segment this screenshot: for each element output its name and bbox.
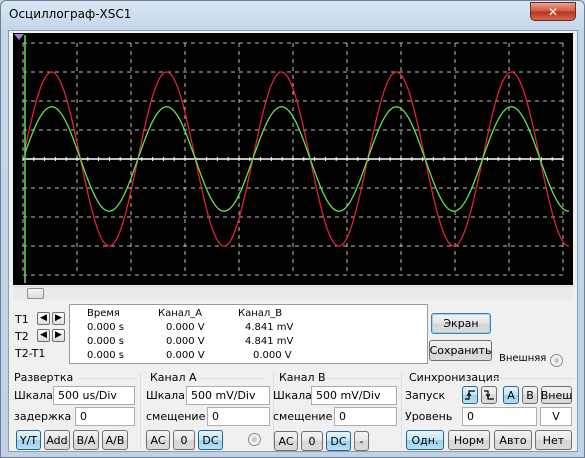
channel-a-dc-button[interactable]: DC — [198, 430, 223, 450]
scrollbar-thumb[interactable] — [27, 288, 44, 299]
trigger-title: Синхронизация — [409, 371, 500, 384]
measurement-readout: Время Канал_A Канал_B 0.000 s 0.000 V 4.… — [69, 304, 428, 364]
title-bar[interactable]: Осциллограф-XSC1 ✕ — [1, 1, 584, 29]
oscilloscope-screen[interactable] — [13, 33, 573, 285]
channel-b-scale-label: Шкала — [273, 389, 312, 402]
mode-ba-button[interactable]: B/A — [73, 430, 99, 450]
readout-header-channel-b: Канал_B — [238, 308, 283, 319]
channel-a-offset-field[interactable]: 0 — [207, 407, 270, 426]
trigger-level-label: Уровень — [405, 410, 453, 423]
horizontal-scrollbar[interactable] — [13, 286, 573, 300]
mode-ab-button[interactable]: A/B — [102, 430, 128, 450]
window-title: Осциллограф-XSC1 — [9, 7, 132, 21]
rising-edge-button[interactable] — [462, 386, 478, 404]
readout-t1-time: 0.000 s — [87, 322, 125, 333]
falling-edge-icon — [484, 390, 494, 400]
external-label: Внешняя — [499, 353, 547, 364]
trigger-divider — [494, 378, 574, 379]
channel-b-ac-button[interactable]: AC — [274, 431, 298, 451]
trigger-source-a-button[interactable]: A — [503, 386, 519, 404]
group-separator — [140, 373, 141, 448]
readout-t2t1-channel-a: 0.000 V — [166, 350, 205, 361]
trigger-level-field[interactable]: 0 — [462, 407, 537, 426]
trigger-level-unit[interactable]: V — [540, 407, 572, 426]
readout-t2t1-time: 0.000 s — [87, 350, 125, 361]
channel-a-radio[interactable] — [248, 433, 261, 446]
trigger-edge-label: Запуск — [405, 389, 446, 402]
channel-b-divider — [327, 378, 399, 379]
channel-b-dc-button[interactable]: DC — [326, 431, 351, 451]
t1-left-button[interactable]: ◀ — [37, 312, 50, 325]
save-button[interactable]: Сохранить — [429, 340, 492, 361]
group-separator — [401, 373, 402, 448]
cursor-t2t1-label: T2-T1 — [15, 347, 46, 360]
delay-x-label: задержка X — [14, 410, 83, 423]
trigger-normal-button[interactable]: Норм — [448, 430, 490, 450]
arrow-right-icon: ▶ — [55, 313, 62, 323]
readout-t2-time: 0.000 s — [87, 336, 125, 347]
channel-b-title: Канал B — [279, 371, 326, 384]
channel-a-divider — [199, 378, 265, 379]
timebase-divider — [79, 378, 135, 379]
readout-t2-channel-b: 4.841 mV — [245, 336, 294, 347]
delay-x-field[interactable]: 0 — [75, 407, 135, 426]
mode-yt-button[interactable]: Y/T — [16, 430, 41, 450]
channel-b-offset-label: смещение Y — [273, 410, 343, 423]
oscilloscope-window: Осциллограф-XSC1 ✕ T1 T2 T2-T1 ◀ ▶ ◀ ▶ В… — [0, 0, 585, 458]
trigger-auto-button[interactable]: Авто — [494, 430, 532, 450]
arrow-left-icon: ◀ — [40, 313, 47, 323]
channel-b-scale-field[interactable]: 500 mV/Div — [311, 386, 397, 405]
channel-b-offset-field[interactable]: 0 — [334, 407, 397, 426]
cursor-t1-label: T1 — [15, 313, 29, 326]
channel-a-title: Канал A — [150, 371, 197, 384]
trigger-single-button[interactable]: Одн. — [406, 430, 444, 450]
channel-a-ac-button[interactable]: AC — [146, 430, 170, 450]
channel-b-invert-button[interactable]: - — [354, 431, 369, 451]
cursor-t2-label: T2 — [15, 330, 29, 343]
trigger-source-b-button[interactable]: B — [522, 386, 538, 404]
falling-edge-button[interactable] — [481, 386, 497, 404]
arrow-left-icon: ◀ — [40, 330, 47, 340]
external-radio[interactable] — [550, 354, 563, 367]
scope-display — [14, 34, 570, 283]
rising-edge-icon — [465, 390, 475, 400]
channel-a-scale-field[interactable]: 500 mV/Div — [186, 386, 270, 405]
readout-header-time: Время — [87, 308, 120, 319]
readout-t2-channel-a: 0.000 V — [166, 336, 205, 347]
readout-t1-channel-b: 4.841 mV — [245, 322, 294, 333]
timebase-scale-field[interactable]: 500 us/Div — [53, 386, 135, 405]
channel-b-zero-button[interactable]: 0 — [301, 431, 323, 451]
close-button[interactable]: ✕ — [530, 2, 576, 21]
t2-right-button[interactable]: ▶ — [52, 329, 65, 342]
timebase-scale-label: Шкала — [14, 389, 53, 402]
channel-a-zero-button[interactable]: 0 — [173, 430, 195, 450]
client-area: T1 T2 T2-T1 ◀ ▶ ◀ ▶ Время Канал_A Канал_… — [8, 30, 578, 452]
t2-left-button[interactable]: ◀ — [37, 329, 50, 342]
screen-button[interactable]: Экран — [431, 313, 491, 334]
readout-t2t1-channel-b: 0.000 V — [253, 350, 292, 361]
mode-add-button[interactable]: Add — [44, 430, 70, 450]
readout-t1-channel-a: 0.000 V — [166, 322, 205, 333]
t1-right-button[interactable]: ▶ — [52, 312, 65, 325]
arrow-right-icon: ▶ — [55, 330, 62, 340]
cursor-marker-icon — [14, 34, 24, 40]
timebase-title: Развертка — [14, 371, 74, 384]
trigger-none-button[interactable]: Нет — [535, 430, 572, 450]
trigger-source-external-button[interactable]: Внеш — [541, 386, 572, 404]
readout-header-channel-a: Канал_A — [158, 308, 203, 319]
channel-a-offset-label: смещение Y — [146, 410, 216, 423]
close-icon: ✕ — [547, 4, 559, 19]
channel-a-scale-label: Шкала — [146, 389, 185, 402]
